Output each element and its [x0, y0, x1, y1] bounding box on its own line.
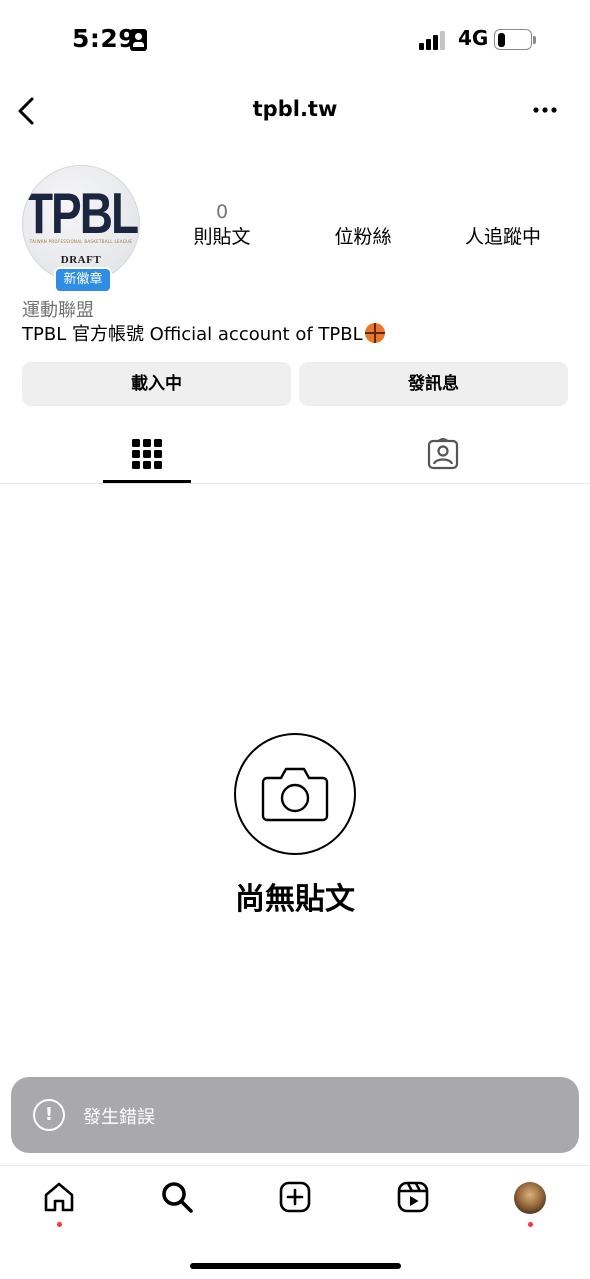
- grid-icon: [132, 439, 162, 469]
- camera-icon: [261, 767, 329, 822]
- profile-stats: 0 則貼文 位粉絲 人追蹤中: [160, 200, 590, 260]
- empty-state-circle: [234, 733, 356, 855]
- stat-following-value: [443, 200, 563, 224]
- profile-avatar[interactable]: TPBL TAIWAN PROFESSIONAL BASKETBALL LEAG…: [22, 165, 140, 293]
- stat-posts-value: 0: [215, 201, 229, 223]
- message-button[interactable]: 發訊息: [299, 362, 568, 406]
- error-toast[interactable]: ! 發生錯誤: [11, 1077, 579, 1153]
- empty-state-title: 尚無貼文: [235, 882, 355, 917]
- profile-actions: 載入中 發訊息: [22, 362, 568, 406]
- more-horizontal-icon[interactable]: [530, 97, 560, 123]
- battery-icon: [494, 29, 536, 50]
- avatar-icon: [514, 1182, 546, 1214]
- home-notification-dot: [57, 1222, 62, 1227]
- tab-tagged[interactable]: [398, 425, 486, 482]
- plus-square-icon: [279, 1181, 311, 1213]
- stat-posts-label: 則貼文: [193, 226, 251, 248]
- avatar-image: TPBL TAIWAN PROFESSIONAL BASKETBALL LEAG…: [22, 165, 140, 283]
- new-badge[interactable]: 新徽章: [54, 267, 112, 293]
- profile-screen: 5:29 4G tpbl.tw TPBL TAIWAN PROFESSIONAL…: [0, 0, 590, 1279]
- follow-button[interactable]: 載入中: [22, 362, 291, 406]
- avatar-logo-text: TPBL: [24, 180, 139, 246]
- bottom-tab-bar: [0, 1165, 590, 1279]
- status-time: 5:29: [72, 24, 137, 53]
- profile-category: 運動聯盟: [22, 300, 94, 321]
- avatar-draft-text: DRAFT: [60, 254, 102, 266]
- nav-home[interactable]: [29, 1180, 89, 1228]
- tab-grid[interactable]: [103, 425, 191, 482]
- stat-followers-label: 位粉絲: [334, 226, 392, 248]
- profile-notification-dot: [528, 1222, 533, 1227]
- tab-active-indicator: [103, 480, 191, 483]
- nav-reels[interactable]: [383, 1180, 443, 1228]
- stat-followers[interactable]: 位粉絲: [303, 200, 423, 250]
- nav-create[interactable]: [265, 1180, 325, 1228]
- profile-bio: TPBL 官方帳號 Official account of TPBL: [22, 320, 385, 346]
- status-bar: 5:29 4G: [0, 0, 590, 80]
- nav-profile[interactable]: [501, 1180, 561, 1228]
- profile-username: tpbl.tw: [252, 97, 338, 121]
- id-card-icon: [130, 29, 147, 51]
- avatar-sub-text: TAIWAN PROFESSIONAL BASKETBALL LEAGUE: [29, 239, 133, 244]
- stat-following[interactable]: 人追蹤中: [443, 200, 563, 250]
- home-indicator: [190, 1263, 401, 1269]
- signal-icon: [419, 30, 449, 50]
- nav-search[interactable]: [147, 1180, 207, 1228]
- stat-posts[interactable]: 0 則貼文: [162, 200, 282, 250]
- nav-bar: tpbl.tw: [0, 85, 590, 137]
- stat-followers-value: [303, 200, 423, 224]
- tagged-person-icon: [427, 438, 459, 470]
- profile-tabs: [0, 425, 590, 484]
- search-icon: [162, 1182, 193, 1213]
- basketball-icon: [364, 323, 385, 343]
- reels-icon: [397, 1181, 429, 1213]
- profile-bio-text: TPBL 官方帳號 Official account of TPBL: [22, 324, 363, 345]
- home-icon: [44, 1182, 74, 1212]
- stat-following-label: 人追蹤中: [464, 226, 541, 248]
- toast-message: 發生錯誤: [83, 1107, 155, 1128]
- network-type: 4G: [458, 26, 489, 50]
- alert-icon: !: [33, 1099, 65, 1131]
